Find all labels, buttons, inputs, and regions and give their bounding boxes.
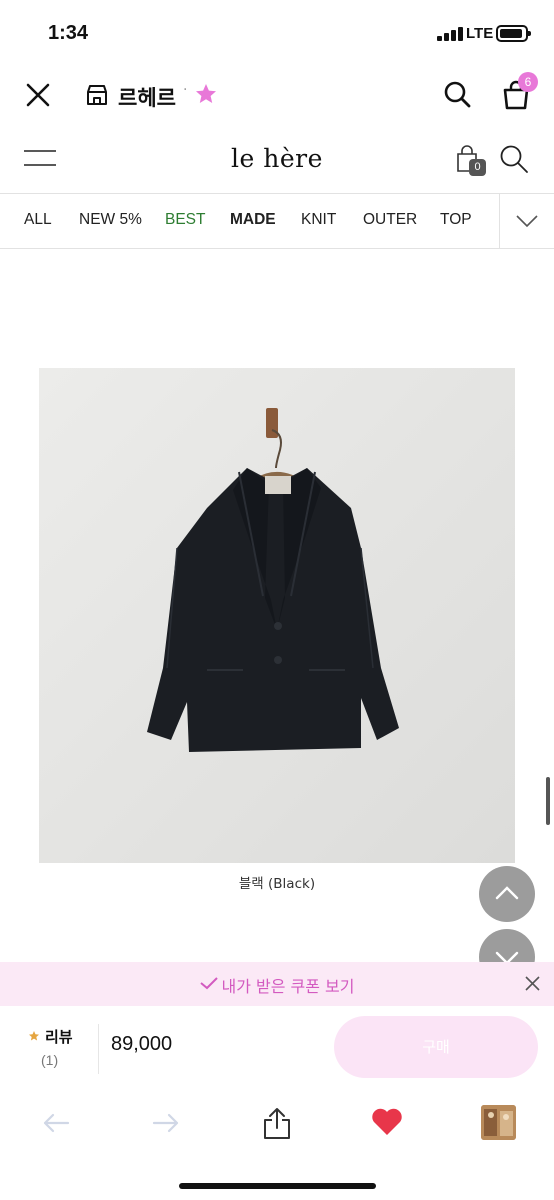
- scrollbar[interactable]: [546, 777, 550, 825]
- category-expand-button[interactable]: [499, 194, 554, 248]
- back-arrow-icon[interactable]: [42, 1112, 70, 1134]
- category-nav: ALL NEW 5% BEST MADE KNIT OUTER TOP: [0, 194, 554, 249]
- chevron-down-icon: [516, 215, 538, 228]
- category-new[interactable]: NEW 5%: [79, 211, 142, 229]
- product-price: 89,000: [111, 1033, 173, 1055]
- divider: [98, 1024, 99, 1074]
- store-name[interactable]: 르헤르: [118, 82, 176, 112]
- share-icon[interactable]: [261, 1106, 293, 1140]
- buy-button[interactable]: 구매: [334, 1016, 538, 1078]
- category-all[interactable]: ALL: [24, 211, 52, 229]
- category-best[interactable]: BEST: [165, 211, 205, 229]
- tabs-thumbnail[interactable]: [481, 1105, 516, 1140]
- star-icon[interactable]: [194, 82, 218, 106]
- bag-count-badge: 0: [469, 159, 486, 176]
- category-knit[interactable]: KNIT: [301, 211, 336, 229]
- category-top[interactable]: TOP: [440, 211, 472, 229]
- separator: ·: [183, 82, 188, 98]
- product-image[interactable]: [39, 368, 515, 863]
- category-outer[interactable]: OUTER: [363, 211, 417, 229]
- search-icon[interactable]: [443, 80, 471, 108]
- heart-icon[interactable]: [371, 1108, 403, 1136]
- browser-toolbar: [0, 1090, 554, 1200]
- close-icon[interactable]: [525, 976, 540, 991]
- store-icon[interactable]: [85, 83, 109, 107]
- signal-icon: [437, 27, 463, 41]
- product-caption: 블랙 (Black): [238, 876, 316, 892]
- coupon-bar[interactable]: 내가 받은 쿠폰 보기: [0, 962, 554, 1006]
- star-icon: [29, 1031, 39, 1041]
- battery-icon: [496, 25, 531, 42]
- scroll-top-button[interactable]: [479, 866, 535, 922]
- home-indicator: [179, 1183, 376, 1189]
- forward-arrow-icon[interactable]: [152, 1112, 180, 1134]
- purchase-bar: 리뷰 (1) 89,000 구매: [0, 1006, 554, 1090]
- review-label[interactable]: 리뷰: [45, 1026, 73, 1047]
- search-icon[interactable]: [499, 144, 529, 174]
- app-header: 르헤르 ·: [0, 62, 554, 128]
- jacket-photo: [39, 368, 515, 863]
- status-bar: 1:34 LTE: [0, 0, 554, 60]
- chevron-up-icon: [495, 886, 519, 900]
- review-count: (1): [41, 1052, 59, 1068]
- cart-badge: 6: [518, 72, 538, 92]
- close-icon[interactable]: [25, 82, 51, 108]
- category-made[interactable]: MADE: [230, 211, 276, 229]
- status-time: 1:34: [48, 22, 89, 44]
- network-label: LTE: [466, 25, 494, 42]
- coupon-label[interactable]: 내가 받은 쿠폰 보기: [0, 973, 554, 997]
